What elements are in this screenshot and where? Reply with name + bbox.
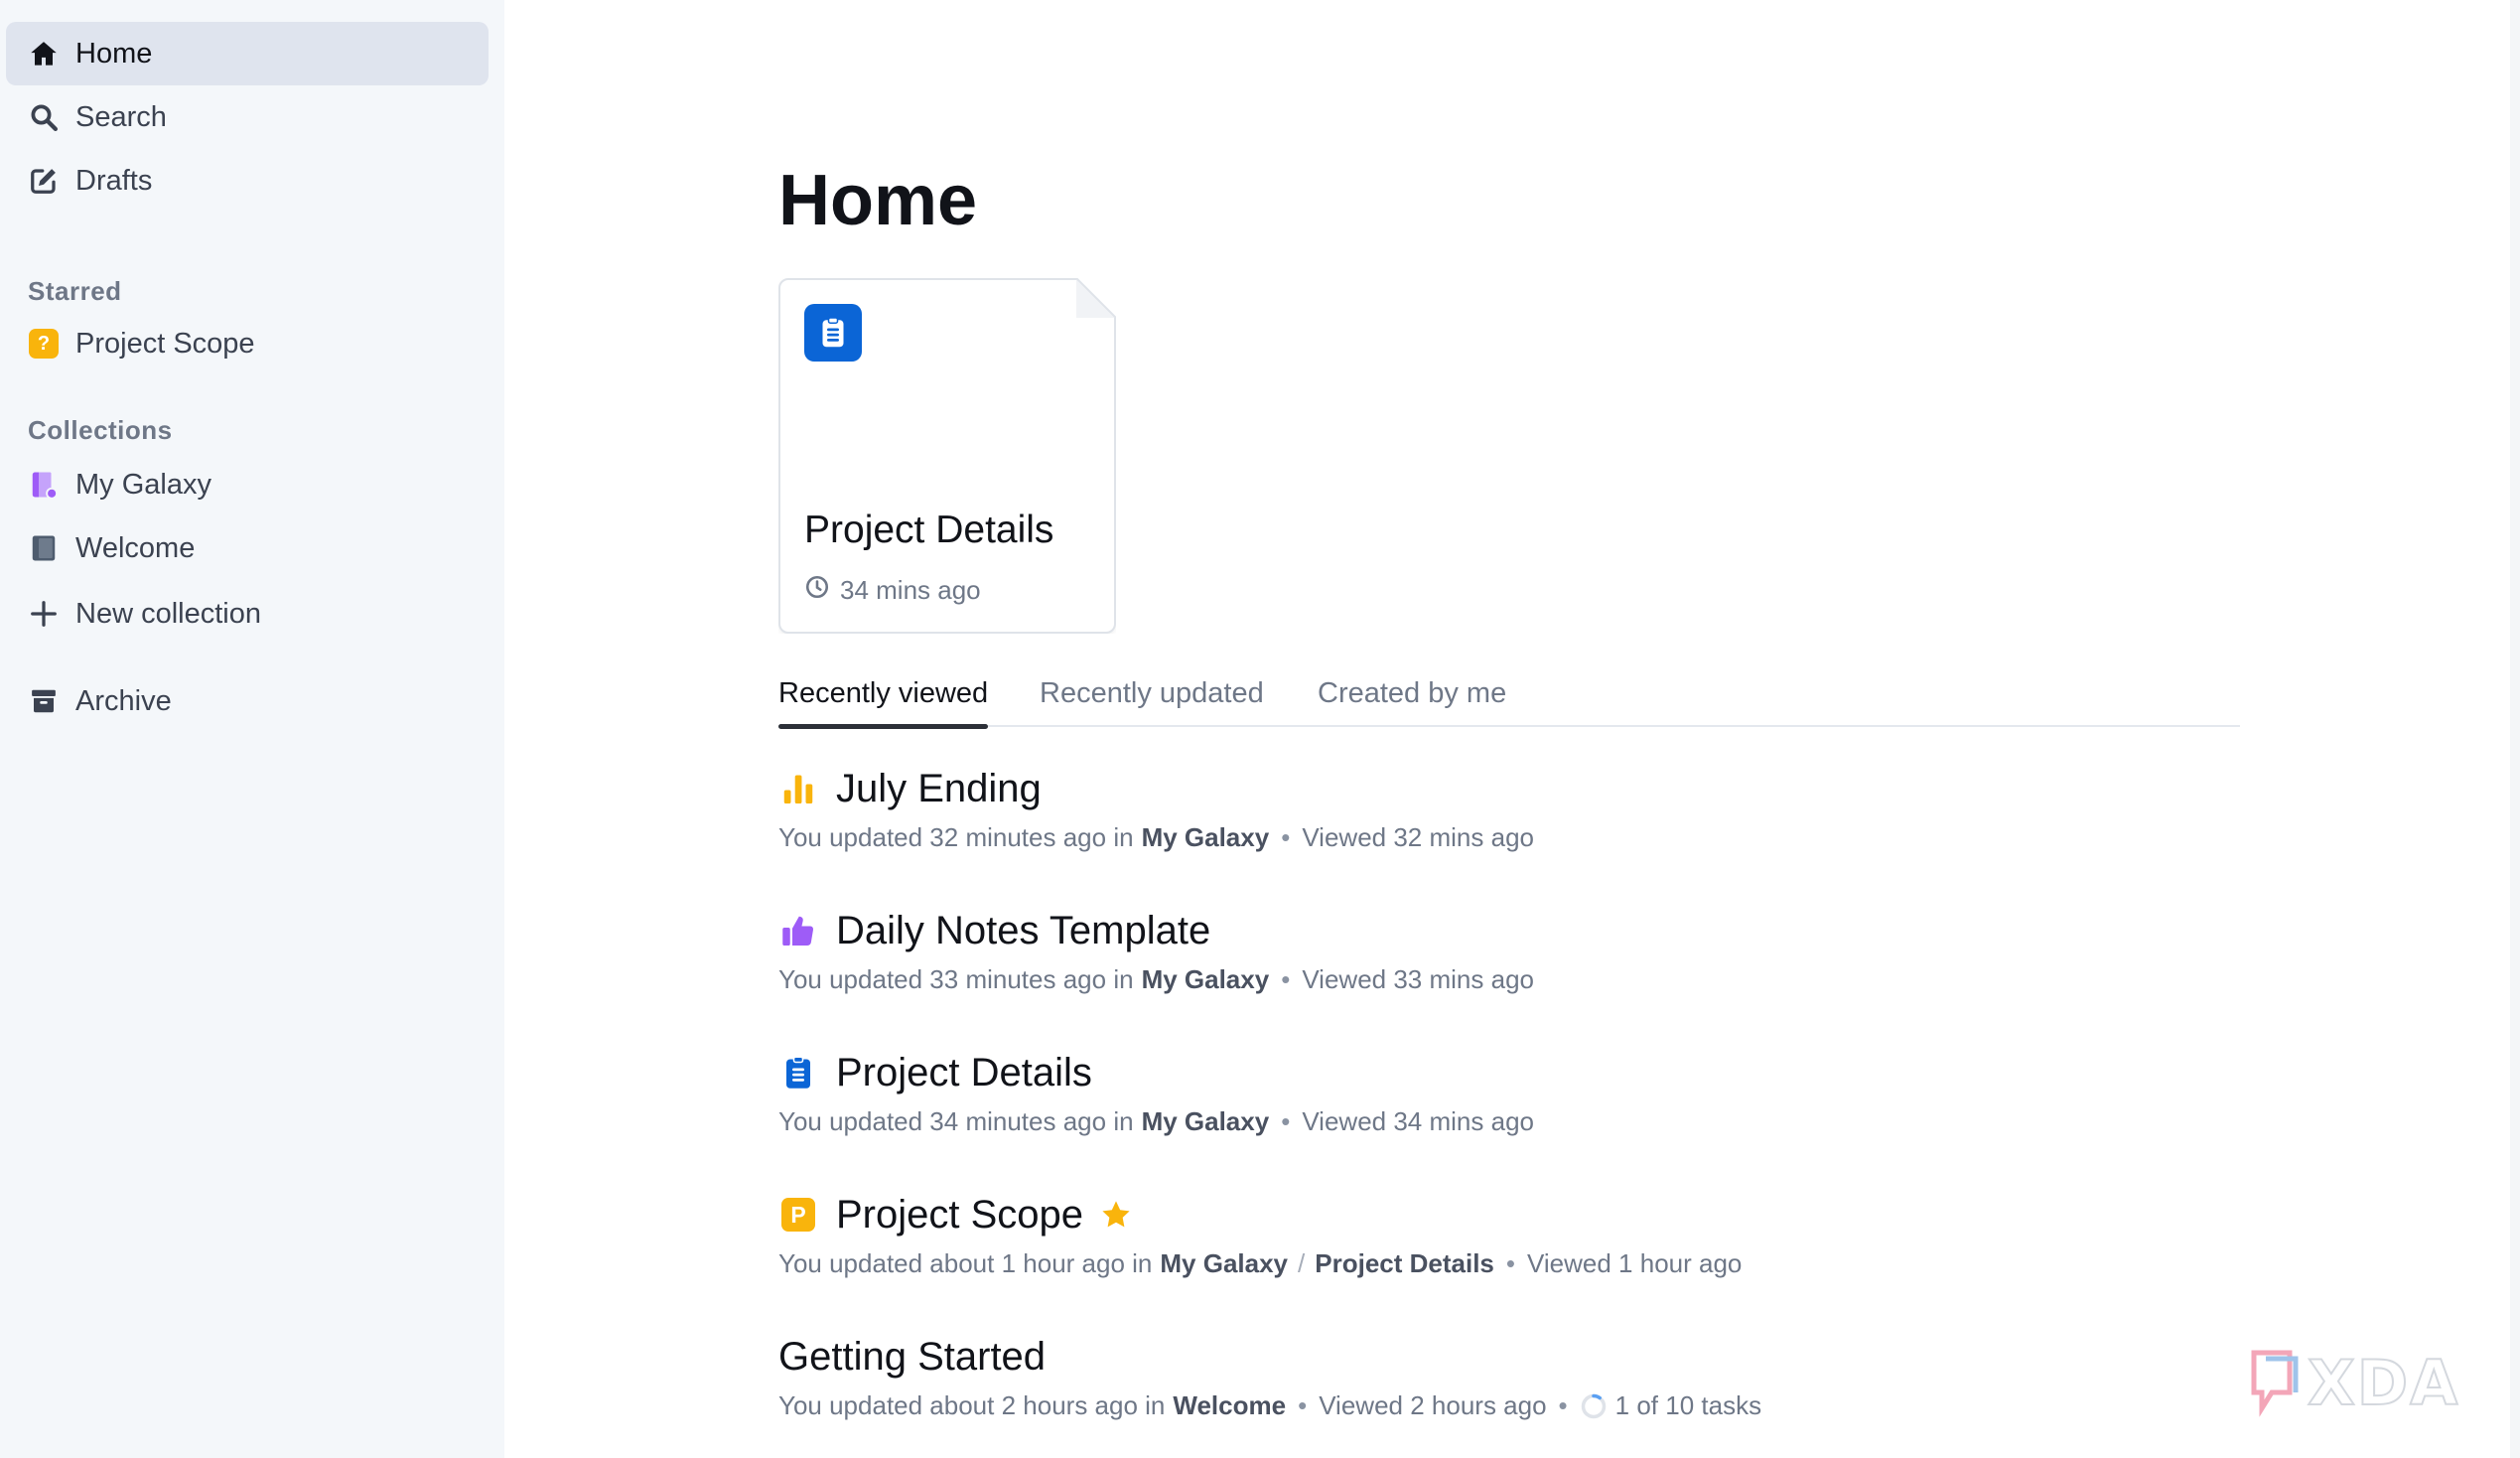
tab-recently-viewed[interactable]: Recently viewed <box>778 671 989 729</box>
tab-created-by-me[interactable]: Created by me <box>1318 671 1506 727</box>
document-title: Project Details <box>836 1050 1092 1094</box>
question-badge-icon: ? <box>28 328 60 360</box>
document-tabs: Recently viewed Recently updated Created… <box>778 671 2240 729</box>
viewed-text: Viewed 2 hours ago <box>1319 1390 1547 1420</box>
sidebar-item-label: Welcome <box>75 532 196 564</box>
collection-link[interactable]: Welcome <box>1173 1390 1286 1421</box>
archive-icon <box>28 685 60 717</box>
meta-separator: • <box>1281 1106 1291 1136</box>
list-item[interactable]: July Ending You updated 32 minutes ago i… <box>778 761 2169 890</box>
star-icon[interactable] <box>1099 1198 1133 1232</box>
updated-text: You updated 33 minutes ago in <box>778 964 1134 994</box>
xda-logo: XDA <box>2246 1346 2488 1420</box>
thumbs-up-icon <box>778 911 818 950</box>
clock-icon <box>804 574 830 607</box>
document-meta: You updated 34 minutes ago in My Galaxy … <box>778 1106 1534 1137</box>
card-meta: 34 mins ago <box>804 574 981 607</box>
edit-icon <box>28 165 60 197</box>
list-item[interactable]: Daily Notes Template You updated 33 minu… <box>778 903 2169 1032</box>
card-title: Project Details <box>804 509 1054 551</box>
sidebar-item-label: New collection <box>75 598 261 630</box>
home-icon <box>28 38 60 70</box>
collection-icon <box>28 532 60 564</box>
viewed-text: Viewed 34 mins ago <box>1302 1106 1534 1136</box>
collection-link[interactable]: My Galaxy <box>1142 964 1270 995</box>
list-item[interactable]: Getting Started You updated about 2 hour… <box>778 1329 2169 1458</box>
document-meta: You updated about 2 hours ago in Welcome… <box>778 1390 1761 1421</box>
sidebar-item-label: Drafts <box>75 165 153 197</box>
scrollbar[interactable] <box>2510 0 2520 1458</box>
sidebar-item-label: Project Scope <box>75 328 255 360</box>
sidebar-item-welcome[interactable]: Welcome <box>6 516 489 580</box>
meta-separator: • <box>1505 1248 1516 1278</box>
parent-document-link[interactable]: Project Details <box>1315 1248 1494 1279</box>
document-meta: You updated about 1 hour ago in My Galax… <box>778 1248 1742 1279</box>
sidebar-item-search[interactable]: Search <box>6 85 489 149</box>
p-badge-icon: P <box>778 1195 818 1235</box>
sidebar-item-archive[interactable]: Archive <box>6 669 489 733</box>
document-title: July Ending <box>836 766 1042 810</box>
document-title: Getting Started <box>778 1334 1047 1379</box>
sidebar-item-project-scope[interactable]: ? Project Scope <box>6 312 489 375</box>
updated-text: You updated about 2 hours ago in <box>778 1390 1166 1420</box>
meta-separator: • <box>1558 1390 1568 1420</box>
viewed-text: Viewed 1 hour ago <box>1527 1248 1743 1278</box>
sidebar-item-home[interactable]: Home <box>6 22 489 85</box>
collection-link[interactable]: My Galaxy <box>1142 822 1270 853</box>
task-count: 1 of 10 tasks <box>1614 1390 1762 1420</box>
updated-text: You updated 34 minutes ago in <box>778 1106 1134 1136</box>
pinned-document-card[interactable]: Project Details 34 mins ago <box>778 278 1116 634</box>
plus-icon <box>28 598 60 630</box>
clipboard-icon <box>778 1053 818 1093</box>
meta-separator: • <box>1281 822 1291 852</box>
updated-text: You updated about 1 hour ago in <box>778 1248 1153 1278</box>
sidebar-item-my-galaxy[interactable]: My Galaxy <box>6 453 489 516</box>
document-title: Daily Notes Template <box>836 908 1211 952</box>
clipboard-icon <box>804 304 862 362</box>
badge-letter: ? <box>29 329 59 359</box>
list-item[interactable]: Project Details You updated 34 minutes a… <box>778 1045 2169 1174</box>
xda-logo-icon <box>2251 1350 2299 1417</box>
collection-link[interactable]: My Galaxy <box>1142 1106 1270 1137</box>
breadcrumb-slash: / <box>1298 1248 1306 1278</box>
sidebar-item-label: My Galaxy <box>75 469 211 501</box>
bar-chart-icon <box>778 769 818 808</box>
collections-section-title: Collections <box>28 415 173 445</box>
new-collection-button[interactable]: New collection <box>6 582 489 646</box>
sidebar: Home Search Drafts Starred ? Project Sco… <box>0 0 504 1458</box>
card-time: 34 mins ago <box>840 575 981 605</box>
page-title: Home <box>778 161 978 240</box>
sidebar-item-label: Search <box>75 101 167 133</box>
tab-recently-updated[interactable]: Recently updated <box>1040 671 1264 727</box>
sidebar-item-label: Archive <box>75 685 172 717</box>
starred-section-title: Starred <box>28 276 122 306</box>
xda-logo-text: XDA <box>2307 1346 2460 1420</box>
card-fold-corner <box>1076 278 1116 318</box>
sidebar-item-drafts[interactable]: Drafts <box>6 149 489 213</box>
viewed-text: Viewed 32 mins ago <box>1302 822 1534 852</box>
document-meta: You updated 32 minutes ago in My Galaxy … <box>778 822 1534 853</box>
collection-private-icon <box>28 469 60 501</box>
document-meta: You updated 33 minutes ago in My Galaxy … <box>778 964 1534 995</box>
collection-link[interactable]: My Galaxy <box>1160 1248 1288 1279</box>
search-icon <box>28 101 60 133</box>
updated-text: You updated 32 minutes ago in <box>778 822 1134 852</box>
badge-letter: P <box>781 1198 815 1232</box>
task-progress-icon <box>1580 1392 1608 1420</box>
meta-separator: • <box>1281 964 1291 994</box>
meta-separator: • <box>1298 1390 1308 1420</box>
viewed-text: Viewed 33 mins ago <box>1302 964 1534 994</box>
document-title: Project Scope <box>836 1192 1084 1237</box>
list-item[interactable]: P Project Scope You updated about 1 hour… <box>778 1187 2169 1316</box>
sidebar-item-label: Home <box>75 38 153 70</box>
